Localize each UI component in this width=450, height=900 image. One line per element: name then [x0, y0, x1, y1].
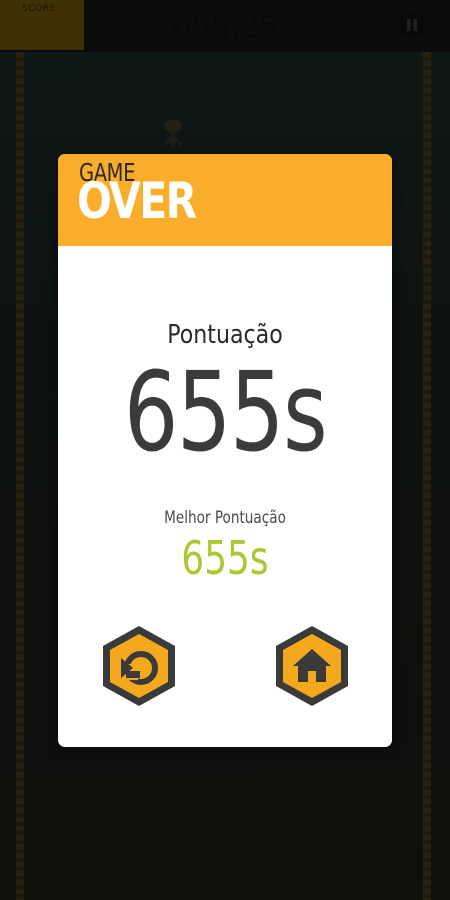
title-over: OVER [77, 172, 197, 230]
score-label: Pontuação [167, 320, 283, 350]
restart-icon [103, 626, 175, 706]
game-over-modal: GAME OVER Pontuação 655s Melhor Pontuaçã… [58, 154, 392, 747]
modal-header: GAME OVER [58, 154, 392, 246]
restart-button[interactable] [100, 624, 178, 708]
home-icon [276, 626, 348, 706]
best-score-value: 655s [181, 531, 269, 585]
home-button[interactable] [273, 624, 351, 708]
score-value: 655s [123, 348, 328, 476]
best-score-label: Melhor Pontuação [164, 508, 286, 528]
